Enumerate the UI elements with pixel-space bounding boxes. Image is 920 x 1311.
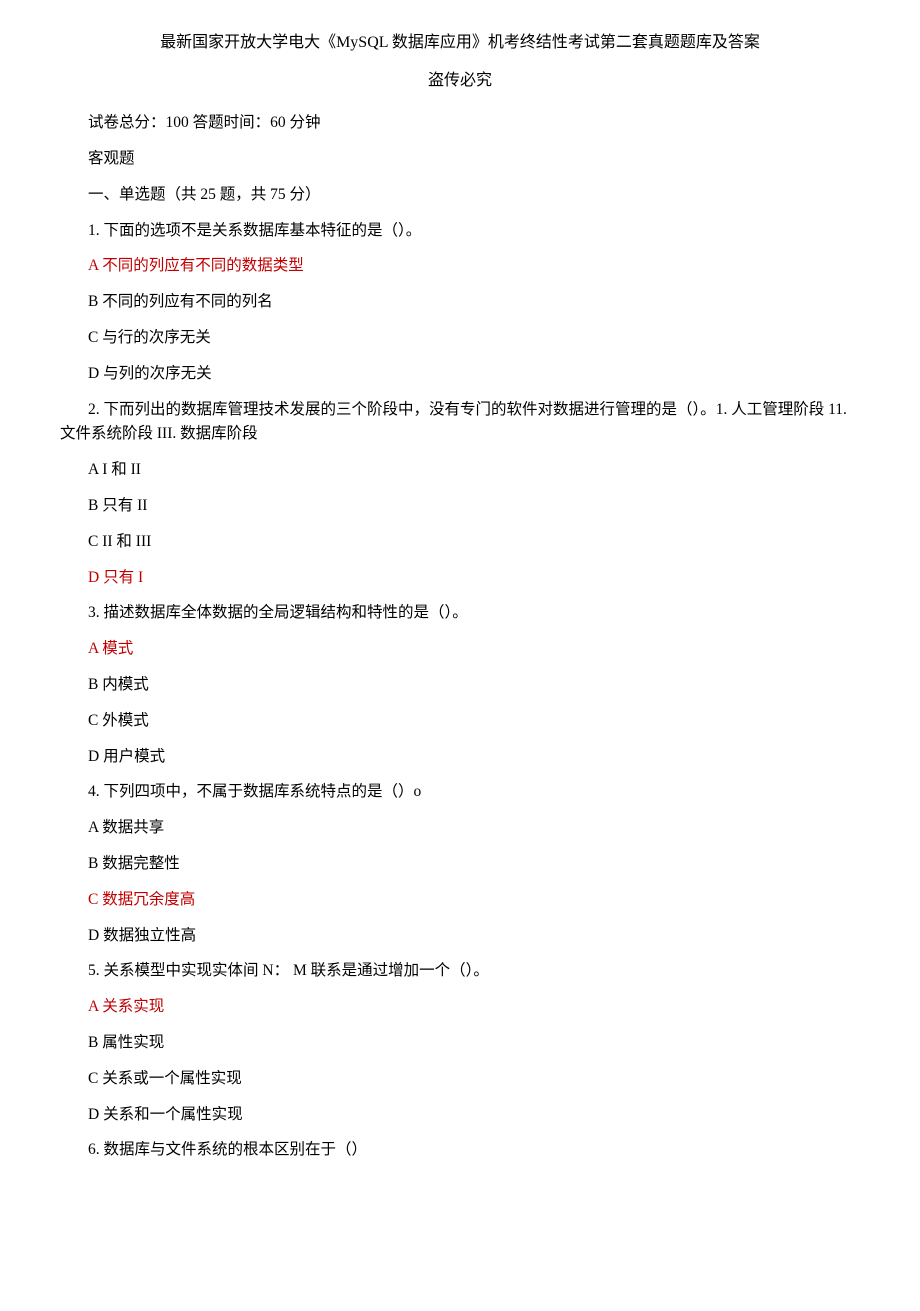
q4-option-b: B 数据完整性 bbox=[60, 852, 860, 877]
q1-stem: 1. 下面的选项不是关系数据库基本特征的是（）。 bbox=[60, 219, 860, 244]
q1-option-a: A 不同的列应有不同的数据类型 bbox=[60, 254, 860, 279]
q2-option-b: B 只有 II bbox=[60, 494, 860, 519]
q2-option-d: D 只有 I bbox=[60, 566, 860, 591]
q5-option-a: A 关系实现 bbox=[60, 995, 860, 1020]
q3-option-b: B 内模式 bbox=[60, 673, 860, 698]
q1-option-d: D 与列的次序无关 bbox=[60, 362, 860, 387]
exam-info: 试卷总分：100 答题时间：60 分钟 bbox=[60, 111, 860, 136]
q4-option-d: D 数据独立性高 bbox=[60, 924, 860, 949]
q5-stem: 5. 关系模型中实现实体间 N： M 联系是通过增加一个（）。 bbox=[60, 959, 860, 984]
q4-stem: 4. 下列四项中，不属于数据库系统特点的是（）o bbox=[60, 780, 860, 805]
q4-option-c: C 数据冗余度高 bbox=[60, 888, 860, 913]
q4-option-a: A 数据共享 bbox=[60, 816, 860, 841]
q3-option-a: A 模式 bbox=[60, 637, 860, 662]
q5-option-b: B 属性实现 bbox=[60, 1031, 860, 1056]
q3-stem: 3. 描述数据库全体数据的全局逻辑结构和特性的是（）。 bbox=[60, 601, 860, 626]
q3-option-c: C 外模式 bbox=[60, 709, 860, 734]
q1-option-b: B 不同的列应有不同的列名 bbox=[60, 290, 860, 315]
section-objective: 客观题 bbox=[60, 147, 860, 172]
section-single-choice: 一、单选题（共 25 题，共 75 分） bbox=[60, 183, 860, 208]
q5-option-d: D 关系和一个属性实现 bbox=[60, 1103, 860, 1128]
q6-stem: 6. 数据库与文件系统的根本区别在于（） bbox=[60, 1138, 860, 1163]
q1-option-c: C 与行的次序无关 bbox=[60, 326, 860, 351]
q5-option-c: C 关系或一个属性实现 bbox=[60, 1067, 860, 1092]
document-subtitle: 盗传必究 bbox=[60, 68, 860, 94]
q2-stem: 2. 下而列出的数据库管理技术发展的三个阶段中，没有专门的软件对数据进行管理的是… bbox=[60, 398, 860, 448]
q2-option-c: C II 和 III bbox=[60, 530, 860, 555]
document-title: 最新国家开放大学电大《MySQL 数据库应用》机考终结性考试第二套真题题库及答案 bbox=[60, 30, 860, 56]
q3-option-d: D 用户模式 bbox=[60, 745, 860, 770]
q2-option-a: A I 和 II bbox=[60, 458, 860, 483]
